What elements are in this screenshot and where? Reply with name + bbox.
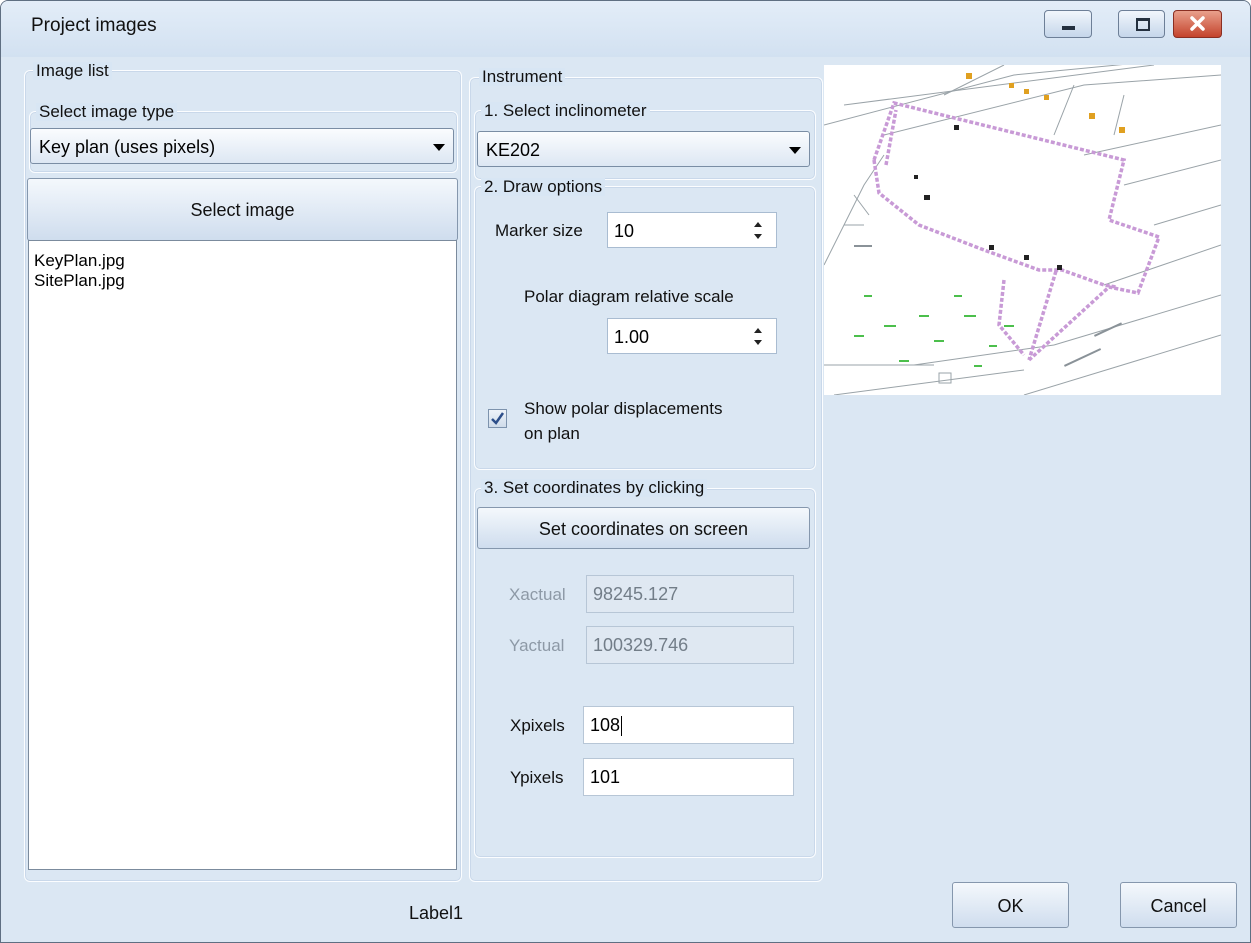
list-item[interactable]: SitePlan.jpg [29,271,456,291]
yactual-label: Yactual [509,636,565,655]
yactual-field: 100329.746 [586,626,794,664]
xpixels-value: 108 [590,715,621,735]
dropdown-arrow-icon [433,144,445,151]
polar-scale-value: 1.00 [614,327,650,347]
status-label: Label1 [409,903,464,923]
close-icon [1190,16,1205,31]
marker-size-spinner[interactable]: 10 [607,212,777,248]
show-polar-checkbox[interactable] [488,409,507,428]
list-item[interactable]: KeyPlan.jpg [29,251,456,271]
marker-size-label: Marker size [495,221,583,240]
spin-down-icon[interactable] [754,340,762,345]
image-type-dropdown[interactable]: Key plan (uses pixels) [30,128,454,164]
maximize-icon [1136,18,1150,31]
minimize-button[interactable] [1044,10,1092,38]
polar-scale-spinner[interactable]: 1.00 [607,318,777,354]
xpixels-field[interactable]: 108 [583,706,794,744]
inclinometer-selected: KE202 [486,140,541,160]
xactual-value: 98245.127 [593,584,679,604]
plan-image-preview[interactable] [824,65,1221,395]
set-coordinates-button[interactable]: Set coordinates on screen [477,507,810,549]
image-list-group-label: Image list [33,62,112,80]
yactual-value: 100329.746 [593,635,689,655]
spin-up-icon[interactable] [754,328,762,333]
image-file-list[interactable]: KeyPlan.jpg SitePlan.jpg [28,240,457,870]
instrument-group-label: Instrument [479,68,566,86]
polar-scale-label: Polar diagram relative scale [524,287,734,306]
maximize-button[interactable] [1118,10,1165,38]
marker-size-value: 10 [614,221,635,241]
cancel-button[interactable]: Cancel [1120,882,1237,928]
text-caret [621,716,623,737]
coordinates-group-label: 3. Set coordinates by clicking [481,479,708,497]
minimize-icon [1062,26,1075,30]
draw-options-group-label: 2. Draw options [481,178,606,196]
xpixels-label: Xpixels [510,716,565,735]
dropdown-arrow-icon [789,147,801,154]
show-polar-label[interactable]: Show polar displacements [524,399,722,419]
xactual-field: 98245.127 [586,575,794,613]
key-plan-image [824,65,1221,395]
ypixels-field[interactable]: 101 [583,758,794,796]
image-type-selected: Key plan (uses pixels) [39,137,216,157]
ok-button[interactable]: OK [952,882,1069,928]
inclinometer-dropdown[interactable]: KE202 [477,131,810,167]
close-button[interactable] [1173,10,1222,38]
checkmark-icon [491,412,505,425]
show-polar-label-line2[interactable]: on plan [524,424,580,444]
ypixels-label: Ypixels [510,768,564,787]
select-image-button[interactable]: Select image [27,178,458,241]
title-bar[interactable]: Project images [1,1,1250,57]
image-type-group-label: Select image type [36,103,178,121]
xactual-label: Xactual [509,585,566,604]
ypixels-value: 101 [590,767,621,787]
window-title: Project images [31,15,157,36]
select-inclinometer-group-label: 1. Select inclinometer [481,102,650,120]
spin-down-icon[interactable] [754,234,762,239]
spin-up-icon[interactable] [754,222,762,227]
